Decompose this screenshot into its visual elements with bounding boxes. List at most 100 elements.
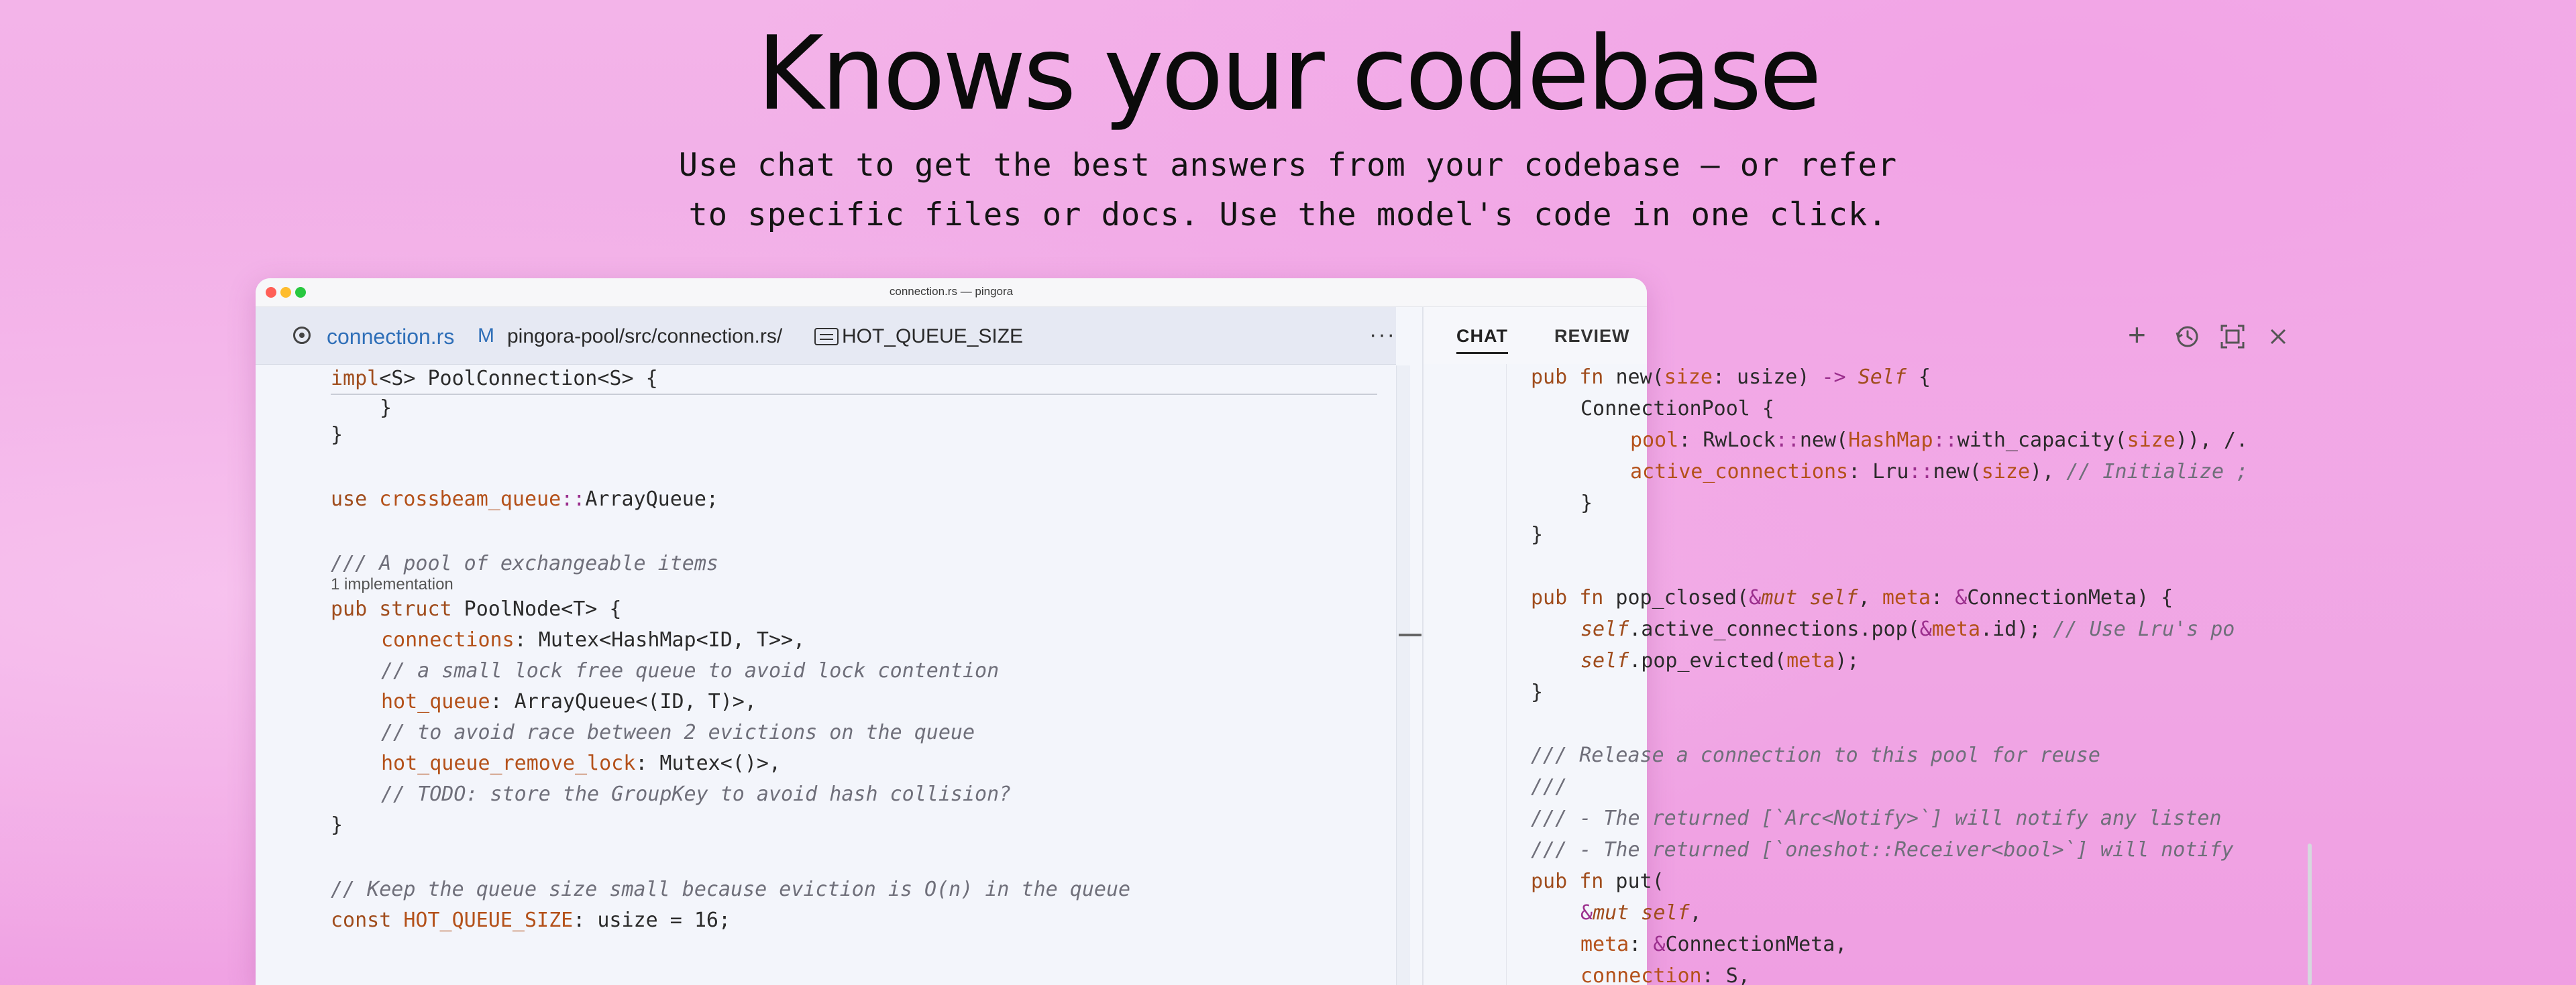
- code-token: hot_queue: [381, 690, 490, 713]
- chat-code-line: pub fn new(size: usize) -> Self {: [1531, 364, 1931, 391]
- code-token: )), /.: [2175, 428, 2249, 452]
- window-titlebar: connection.rs — pingora: [256, 278, 1647, 307]
- code-line: pub struct PoolNode<T> {: [331, 596, 622, 623]
- chat-code-line: pub fn put(: [1531, 868, 1664, 895]
- code-token: &: [1955, 586, 1968, 610]
- code-token: ConnectionMeta,: [1665, 933, 1847, 956]
- close-chat-icon[interactable]: [2266, 325, 2290, 349]
- code-token: ConnectionMeta) {: [1967, 586, 2174, 610]
- code-token: HashMap: [1848, 428, 1933, 452]
- code-token: meta: [1882, 586, 1931, 610]
- chat-code-line: }: [1531, 681, 1544, 704]
- breadcrumb-path[interactable]: pingora-pool/src/connection.rs/: [507, 325, 782, 348]
- chat-code-line: pub fn pop_closed(&mut self, meta: &Conn…: [1531, 585, 2173, 612]
- code-token: : Mutex<()>,: [635, 752, 782, 775]
- code-area[interactable]: impl<S> PoolConnection<S> { } } use cros…: [256, 364, 1396, 985]
- more-actions-icon[interactable]: ···: [1369, 322, 1396, 348]
- code-token: ),: [2030, 460, 2067, 483]
- code-token: self: [1580, 649, 1629, 673]
- code-token: size: [2127, 428, 2176, 452]
- tab-chat[interactable]: CHAT: [1456, 326, 1508, 354]
- code-token: :: [1629, 933, 1654, 956]
- editor-tab-bar: connection.rs M pingora-pool/src/connect…: [256, 307, 1396, 365]
- code-line: const HOT_QUEUE_SIZE: usize = 16;: [331, 907, 731, 934]
- code-line: hot_queue: ArrayQueue<(ID, T)>,: [381, 689, 757, 715]
- code-token: meta: [1931, 618, 1981, 641]
- code-comment: // a small lock free queue to avoid lock…: [381, 659, 1000, 683]
- editor-tab-filename[interactable]: connection.rs: [327, 325, 454, 349]
- code-token: .id);: [1980, 618, 2053, 641]
- window-title: connection.rs — pingora: [889, 285, 1014, 298]
- code-token: meta: [1786, 649, 1835, 673]
- chat-code-line: connection: S,: [1580, 963, 1750, 985]
- code-token: meta: [1580, 933, 1629, 956]
- code-token: active_connections: [1630, 460, 1849, 483]
- code-token: ::: [1933, 428, 1957, 452]
- code-token: ::: [1909, 460, 1933, 483]
- chat-code-line: meta: &ConnectionMeta,: [1580, 931, 1847, 958]
- new-chat-plus-icon[interactable]: +: [2128, 316, 2146, 353]
- code-token: mut self: [1761, 586, 1858, 610]
- editor-scrollbar[interactable]: [1396, 365, 1410, 985]
- code-token: pool: [1630, 428, 1679, 452]
- code-token: use: [331, 487, 368, 511]
- hero-subtitle-line-2: to specific files or docs. Use the model…: [688, 196, 1888, 233]
- code-token: :: [1931, 586, 1955, 610]
- history-icon[interactable]: [2174, 323, 2200, 350]
- breadcrumb-symbol[interactable]: HOT_QUEUE_SIZE: [842, 325, 1023, 348]
- hero-title: Knows your codebase: [757, 14, 1822, 133]
- code-token: new(: [1615, 365, 1664, 389]
- code-token: pub fn: [1531, 365, 1604, 389]
- code-token: : usize): [1712, 365, 1822, 389]
- code-token: : usize = 16;: [573, 909, 731, 932]
- code-token: connections: [381, 628, 515, 652]
- symbol-icon: [814, 328, 839, 345]
- doc-comment: /// A pool of exchangeable items: [331, 552, 718, 575]
- code-token: &: [1580, 901, 1593, 925]
- code-line: }: [380, 396, 392, 420]
- code-line: impl<S> PoolConnection<S> {: [331, 365, 658, 392]
- code-line: }: [331, 423, 343, 447]
- chat-code-line: }: [1531, 523, 1544, 546]
- code-token: .active_connections.pop(: [1629, 618, 1920, 641]
- code-line: connections: Mutex<HashMap<ID, T>>,: [381, 627, 805, 654]
- codelens-implementations[interactable]: 1 implementation: [331, 574, 453, 595]
- expand-icon[interactable]: [2219, 323, 2246, 350]
- code-token: ArrayQueue;: [585, 487, 718, 511]
- code-token: : Lru: [1848, 460, 1909, 483]
- code-token: size: [1664, 365, 1713, 389]
- chat-code-line: pool: RwLock::new(HashMap::with_capacity…: [1630, 427, 2248, 454]
- code-token: pub fn: [1531, 586, 1604, 610]
- code-token: crossbeam_queue: [379, 487, 561, 511]
- tab-review[interactable]: REVIEW: [1554, 326, 1630, 347]
- code-token: ::: [1775, 428, 1800, 452]
- chat-code-line: ///: [1531, 775, 1568, 799]
- chat-code-block[interactable]: pub fn new(size: usize) -> Self { Connec…: [1424, 364, 2263, 985]
- code-token: struct: [379, 597, 452, 621]
- code-token: : RwLock: [1678, 428, 1776, 452]
- chat-code-line: active_connections: Lru::new(size), // I…: [1630, 459, 2248, 485]
- code-token: self: [1580, 618, 1629, 641]
- hero-subtitle: Use chat to get the best answers from yo…: [0, 141, 2576, 240]
- chat-code-line: /// - The returned [`Arc<Notify>`] will …: [1531, 807, 2222, 830]
- code-token: pop_closed(: [1603, 586, 1750, 610]
- code-token: put(: [1603, 870, 1664, 893]
- code-token: with_capacity(: [1957, 428, 2127, 452]
- chat-code-line: /// - The returned [`oneshot::Receiver<b…: [1531, 838, 2234, 862]
- code-token: pub fn: [1531, 870, 1604, 893]
- code-token: pub: [331, 597, 368, 621]
- code-comment: // to avoid race between 2 evictions on …: [381, 721, 975, 744]
- code-comment: // Keep the queue size small because evi…: [331, 878, 1131, 901]
- code-token: : ArrayQueue<(ID, T)>,: [490, 690, 757, 713]
- code-token: &: [1653, 933, 1666, 956]
- code-token: : S,: [1701, 964, 1750, 985]
- code-comment: // TODO: store the GroupKey to avoid has…: [381, 783, 1012, 806]
- code-token: .pop_evicted(: [1629, 649, 1787, 673]
- chat-code-line: &mut self,: [1580, 900, 1702, 927]
- code-token: <S> PoolConnection<S> {: [379, 367, 658, 390]
- code-token: ::: [561, 487, 586, 511]
- code-token: new(: [1933, 460, 1982, 483]
- editor-pane[interactable]: connection.rs M pingora-pool/src/connect…: [256, 307, 1396, 985]
- chat-scrollbar-thumb[interactable]: [2308, 844, 2312, 985]
- code-token: hot_queue_remove_lock: [381, 752, 636, 775]
